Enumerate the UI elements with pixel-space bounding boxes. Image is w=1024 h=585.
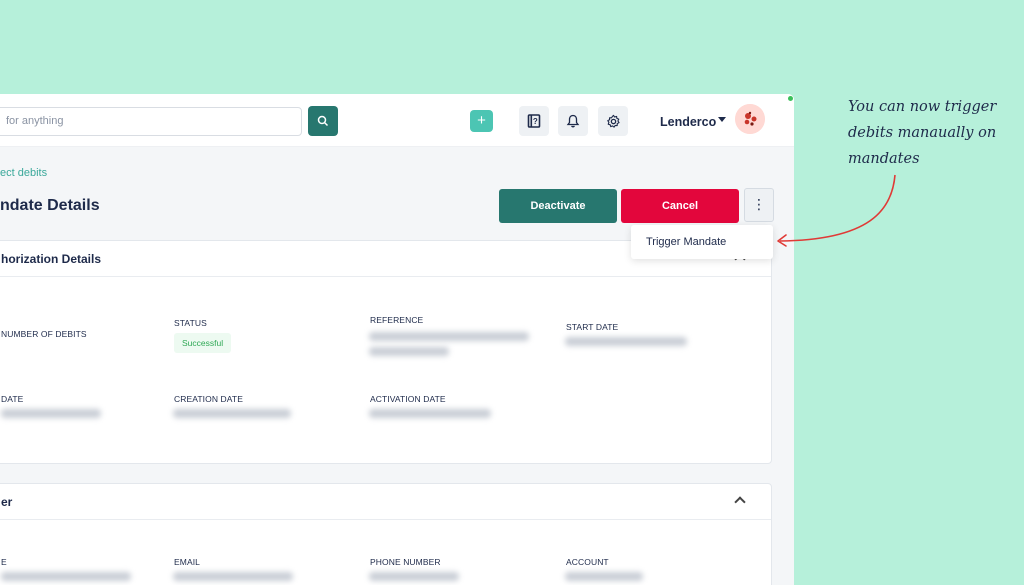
name-field: E: [1, 557, 7, 567]
annotation-callout: You can now trigger debits manaually on …: [848, 94, 1024, 172]
avatar-illustration: [735, 104, 765, 134]
top-header: for anything + ? Lenderco: [0, 94, 794, 147]
activation-date-field: ACTIVATION DATE: [370, 394, 446, 404]
account-field: ACCOUNT: [566, 557, 609, 567]
search-button[interactable]: [308, 106, 338, 136]
start-date-field: START DATE: [566, 322, 618, 332]
field-label: ACCOUNT: [566, 557, 609, 567]
field-label: STATUS: [174, 318, 207, 328]
field-label: PHONE NUMBER: [370, 557, 441, 567]
date-field: DATE: [1, 394, 23, 404]
settings-button[interactable]: [598, 106, 628, 136]
field-label: START DATE: [566, 322, 619, 332]
card-title: horization Details: [1, 252, 102, 266]
caret-down-icon[interactable]: [718, 117, 726, 122]
redacted-value: [1, 409, 101, 418]
notifications-button[interactable]: [558, 106, 588, 136]
field-label: NUMBER OF DEBITS: [1, 329, 87, 339]
redacted-value: [369, 332, 529, 341]
cancel-button[interactable]: Cancel: [621, 189, 739, 223]
bell-icon: [566, 114, 580, 128]
help-button[interactable]: ?: [519, 106, 549, 136]
deactivate-button[interactable]: Deactivate: [499, 189, 617, 223]
email-field: EMAIL: [174, 557, 200, 567]
card-title: er: [1, 495, 13, 509]
search-input[interactable]: for anything: [0, 107, 302, 136]
gear-icon: [606, 114, 620, 128]
field-label: E: [1, 557, 7, 567]
app-window: for anything + ? Lenderco ect debits nda…: [0, 94, 794, 585]
annotation-line: mandates: [848, 151, 920, 167]
field-label: DATE: [1, 394, 24, 404]
number-of-debits-field: NUMBER OF DEBITS: [1, 329, 87, 339]
redacted-value: [369, 409, 491, 418]
field-label: REFERENCE: [370, 315, 424, 325]
phone-number-field: PHONE NUMBER: [370, 557, 441, 567]
window-status-dot: [788, 96, 793, 101]
org-switcher-label[interactable]: Lenderco: [660, 115, 716, 129]
breadcrumb[interactable]: ect debits: [0, 167, 47, 179]
reference-field: REFERENCE: [370, 315, 423, 325]
status-field: STATUS Successful: [174, 318, 232, 353]
redacted-value: [173, 409, 291, 418]
annotation-line: debits manaually on: [848, 125, 997, 141]
field-label: EMAIL: [174, 557, 201, 567]
trigger-mandate-menu-item[interactable]: Trigger Mandate: [646, 236, 726, 248]
card-header[interactable]: er: [0, 484, 771, 520]
status-badge: Successful: [174, 333, 232, 353]
arrow-pointer-icon: [777, 174, 896, 247]
actions-dropdown: Trigger Mandate: [631, 225, 773, 259]
redacted-value: [369, 572, 459, 581]
creation-date-field: CREATION DATE: [174, 394, 243, 404]
search-placeholder: for anything: [6, 115, 64, 127]
avatar[interactable]: [735, 104, 765, 134]
redacted-value: [369, 347, 449, 356]
page-title: ndate Details: [0, 197, 100, 214]
plus-icon: +: [477, 112, 486, 129]
redacted-value: [1, 572, 131, 581]
redacted-value: [565, 572, 643, 581]
help-book-icon: ?: [527, 114, 541, 128]
add-button[interactable]: +: [470, 110, 493, 132]
search-icon: [317, 115, 329, 127]
chevron-up-icon[interactable]: [734, 496, 746, 508]
svg-text:?: ?: [533, 117, 538, 126]
field-label: CREATION DATE: [174, 394, 243, 404]
field-label: ACTIVATION DATE: [370, 394, 446, 404]
annotation-line: You can now trigger: [848, 99, 997, 115]
customer-card: er E EMAIL PHONE NUMBER ACCOUNT: [0, 483, 772, 585]
redacted-value: [173, 572, 293, 581]
authorization-details-card: horization Details NUMBER OF DEBITS STAT…: [0, 240, 772, 464]
redacted-value: [565, 337, 687, 346]
